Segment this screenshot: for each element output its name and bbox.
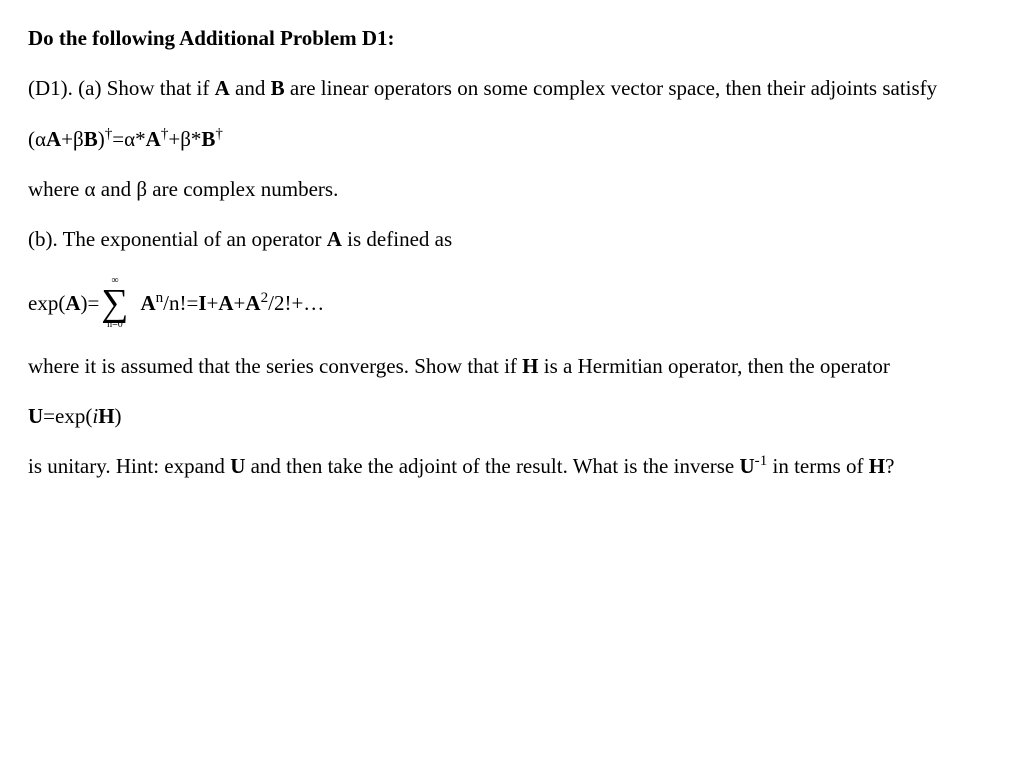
eq-B2: B — [201, 127, 215, 151]
op-A: A — [215, 76, 230, 100]
exp-close-eq: )= — [81, 289, 100, 317]
series-A3: A — [245, 291, 260, 315]
exp-label: exp( — [28, 289, 65, 317]
series-plus2: + — [234, 291, 246, 315]
op-B: B — [271, 76, 285, 100]
eq-A: A — [46, 127, 61, 151]
eq-B: B — [84, 127, 98, 151]
sigma-icon: ∞ ∑ n=0 — [101, 276, 128, 330]
hermitian-text: where it is assumed that the series conv… — [28, 352, 996, 380]
dagger-icon: † — [215, 126, 223, 142]
U-equation: U=exp(iH) — [28, 402, 996, 430]
exp-series-equation: exp(A)= ∞ ∑ n=0 An/n!=I+A+A2/2!+… — [28, 276, 996, 330]
eq-open: (α — [28, 127, 46, 151]
part-a-text: (D1). (a) Show that if A and B are linea… — [28, 74, 996, 102]
hint-text: is unitary. Hint: expand U and then take… — [28, 452, 996, 480]
series-fact: /n!= — [163, 291, 198, 315]
series-rest: /2!+… — [268, 291, 324, 315]
complex-numbers-note: where α and β are complex numbers. — [28, 175, 996, 203]
eq-plus2: +β* — [168, 127, 201, 151]
part-b-text: (b). The exponential of an operator A is… — [28, 225, 996, 253]
U-sym: U — [28, 404, 43, 428]
hint-q: ? — [885, 454, 894, 478]
eq-eq: =α* — [112, 127, 145, 151]
U-close: ) — [115, 404, 122, 428]
hint-H: H — [869, 454, 885, 478]
part-a-rest: are linear operators on some complex vec… — [285, 76, 938, 100]
series-An: A — [140, 291, 155, 315]
op-A-b: A — [327, 227, 342, 251]
hint-U: U — [230, 454, 245, 478]
and-text: and — [230, 76, 271, 100]
hint-lead: is unitary. Hint: expand — [28, 454, 230, 478]
series-I: I — [198, 291, 206, 315]
part-b-lead: (b). The exponential of an operator — [28, 227, 327, 251]
U-eq-exp: =exp( — [43, 404, 92, 428]
eq-plus: +β — [61, 127, 84, 151]
series-plus: + — [207, 291, 219, 315]
exp-A: A — [65, 289, 80, 317]
problem-heading: Do the following Additional Problem D1: — [28, 24, 996, 52]
sum-lower: n=0 — [107, 320, 123, 330]
herm-lead: where it is assumed that the series conv… — [28, 354, 522, 378]
H-in-exp: H — [98, 404, 114, 428]
neg1-exponent: -1 — [755, 453, 768, 469]
hint-U2: U — [740, 454, 755, 478]
hint-rest: in terms of — [767, 454, 868, 478]
two-exponent: 2 — [261, 290, 269, 306]
part-b-rest: is defined as — [342, 227, 452, 251]
op-H: H — [522, 354, 538, 378]
hint-mid: and then take the adjoint of the result.… — [245, 454, 739, 478]
eq-A2: A — [146, 127, 161, 151]
sum-sigma: ∑ — [101, 286, 128, 320]
d1-label: (D1). (a) Show that if — [28, 76, 215, 100]
series-A2: A — [218, 291, 233, 315]
herm-rest: is a Hermitian operator, then the operat… — [539, 354, 890, 378]
eq-close: ) — [98, 127, 105, 151]
adjoint-equation: (αA+βB)†=α*A†+β*B† — [28, 125, 996, 153]
